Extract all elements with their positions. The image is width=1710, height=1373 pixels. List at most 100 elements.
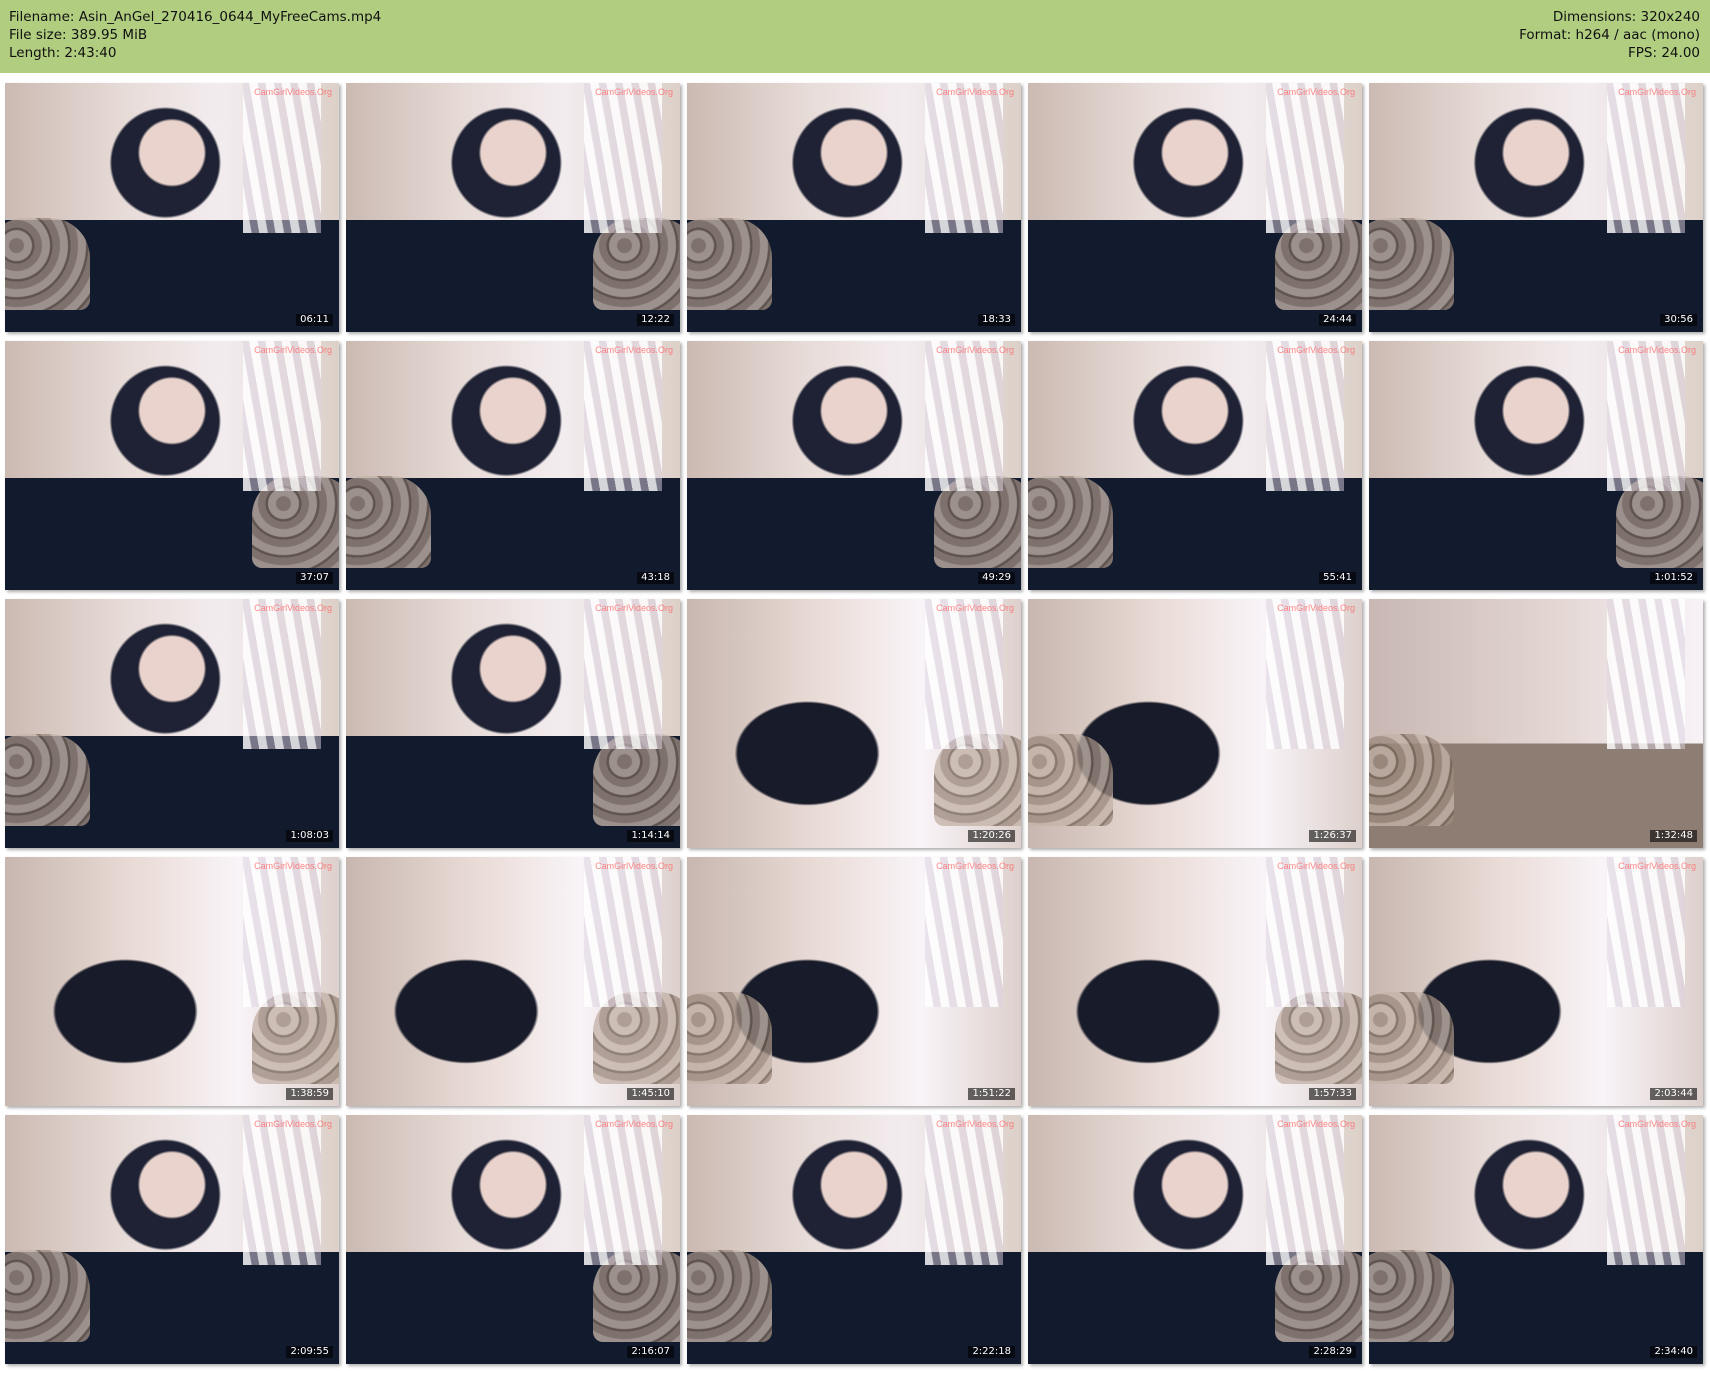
video-thumbnail[interactable]: CamGirlVideos.Org 2:09:55 <box>5 1115 339 1364</box>
watermark-text: CamGirlVideos.Org <box>1277 1119 1355 1129</box>
watermark-text: CamGirlVideos.Org <box>1618 345 1696 355</box>
video-thumbnail[interactable]: CamGirlVideos.Org 1:20:26 <box>687 599 1021 848</box>
watermark-text: CamGirlVideos.Org <box>595 1119 673 1129</box>
watermark-text: CamGirlVideos.Org <box>254 345 332 355</box>
window-curtain <box>1607 599 1685 749</box>
video-thumbnail[interactable]: CamGirlVideos.Org 12:22 <box>346 83 680 332</box>
watermark-text: CamGirlVideos.Org <box>936 861 1014 871</box>
window-curtain <box>584 83 662 233</box>
video-thumbnail[interactable]: CamGirlVideos.Org 55:41 <box>1028 341 1362 590</box>
video-format-info: Dimensions: 320x240 Format: h264 / aac (… <box>1519 8 1700 62</box>
thumbnail-timestamp: 2:34:40 <box>1650 1346 1697 1358</box>
watermark-text: CamGirlVideos.Org <box>254 861 332 871</box>
watermark-text: CamGirlVideos.Org <box>1618 87 1696 97</box>
thumbnail-timestamp: 37:07 <box>296 572 333 584</box>
thumbnail-timestamp: 2:09:55 <box>286 1346 333 1358</box>
sofa-pattern <box>687 218 772 310</box>
video-thumbnail[interactable]: CamGirlVideos.Org 2:22:18 <box>687 1115 1021 1364</box>
watermark-text: CamGirlVideos.Org <box>595 603 673 613</box>
video-thumbnail[interactable]: CamGirlVideos.Org 1:14:14 <box>346 599 680 848</box>
sofa-pattern <box>1028 476 1113 568</box>
window-curtain <box>584 599 662 749</box>
window-curtain <box>1266 1115 1344 1265</box>
thumbnail-timestamp: 1:26:37 <box>1309 830 1356 842</box>
window-curtain <box>584 1115 662 1265</box>
video-thumbnail[interactable]: CamGirlVideos.Org 2:28:29 <box>1028 1115 1362 1364</box>
watermark-text: CamGirlVideos.Org <box>595 87 673 97</box>
watermark-text: CamGirlVideos.Org <box>595 861 673 871</box>
watermark-text: CamGirlVideos.Org <box>254 1119 332 1129</box>
video-thumbnail[interactable]: CamGirlVideos.Org 1:57:33 <box>1028 857 1362 1106</box>
window-curtain <box>1607 83 1685 233</box>
video-thumbnail[interactable]: CamGirlVideos.Org 1:45:10 <box>346 857 680 1106</box>
video-thumbnail[interactable]: CamGirlVideos.Org 06:11 <box>5 83 339 332</box>
format-text: Format: h264 / aac (mono) <box>1519 27 1700 43</box>
thumbnail-timestamp: 2:16:07 <box>627 1346 674 1358</box>
video-thumbnail[interactable]: CamGirlVideos.Org 49:29 <box>687 341 1021 590</box>
thumbnail-timestamp: 1:51:22 <box>968 1088 1015 1100</box>
video-metadata-header: Filename: Asin_AnGel_270416_0644_MyFreeC… <box>0 0 1710 73</box>
video-thumbnail[interactable]: CamGirlVideos.Org 37:07 <box>5 341 339 590</box>
thumbnail-timestamp: 43:18 <box>637 572 674 584</box>
video-thumbnail[interactable]: CamGirlVideos.Org 30:56 <box>1369 83 1703 332</box>
window-curtain <box>1266 341 1344 491</box>
thumbnail-grid: CamGirlVideos.Org 06:11 CamGirlVideos.Org… <box>5 83 1705 1367</box>
sofa-pattern <box>687 1250 772 1342</box>
watermark-text: CamGirlVideos.Org <box>595 345 673 355</box>
window-curtain <box>925 83 1003 233</box>
video-thumbnail[interactable]: CamGirlVideos.Org 1:38:59 <box>5 857 339 1106</box>
watermark-text: CamGirlVideos.Org <box>936 603 1014 613</box>
video-thumbnail[interactable]: CamGirlVideos.Org 1:01:52 <box>1369 341 1703 590</box>
sofa-pattern <box>5 218 90 310</box>
watermark-text: CamGirlVideos.Org <box>254 87 332 97</box>
watermark-text: CamGirlVideos.Org <box>1618 1119 1696 1129</box>
thumbnail-timestamp: 12:22 <box>637 314 674 326</box>
window-curtain <box>1266 83 1344 233</box>
video-thumbnail[interactable]: CamGirlVideos.Org 1:51:22 <box>687 857 1021 1106</box>
thumbnail-timestamp: 1:38:59 <box>286 1088 333 1100</box>
dimensions-text: Dimensions: 320x240 <box>1552 9 1700 25</box>
video-thumbnail[interactable]: CamGirlVideos.Org 2:34:40 <box>1369 1115 1703 1364</box>
thumbnail-timestamp: 24:44 <box>1319 314 1356 326</box>
watermark-text: CamGirlVideos.Org <box>1277 345 1355 355</box>
watermark-text: CamGirlVideos.Org <box>254 603 332 613</box>
watermark-text: CamGirlVideos.Org <box>1277 861 1355 871</box>
thumbnail-timestamp: 49:29 <box>978 572 1015 584</box>
sofa-pattern <box>1369 1250 1454 1342</box>
window-curtain <box>1607 341 1685 491</box>
thumbnail-timestamp: 30:56 <box>1660 314 1697 326</box>
video-length-text: Length: 2:43:40 <box>9 45 117 61</box>
video-thumbnail[interactable]: CamGirlVideos.Org 24:44 <box>1028 83 1362 332</box>
video-thumbnail[interactable]: CamGirlVideos.Org 18:33 <box>687 83 1021 332</box>
video-thumbnail[interactable]: 1:32:48 <box>1369 599 1703 848</box>
window-curtain <box>584 341 662 491</box>
watermark-text: CamGirlVideos.Org <box>936 345 1014 355</box>
watermark-text: CamGirlVideos.Org <box>936 87 1014 97</box>
fps-text: FPS: 24.00 <box>1628 45 1700 61</box>
file-size-text: File size: 389.95 MiB <box>9 27 148 43</box>
sofa-pattern <box>1369 218 1454 310</box>
video-thumbnail[interactable]: CamGirlVideos.Org 2:16:07 <box>346 1115 680 1364</box>
window-curtain <box>243 1115 321 1265</box>
thumbnail-timestamp: 1:01:52 <box>1650 572 1697 584</box>
window-curtain <box>584 857 662 1007</box>
window-curtain <box>243 599 321 749</box>
window-curtain <box>1607 1115 1685 1265</box>
watermark-text: CamGirlVideos.Org <box>1277 87 1355 97</box>
thumbnail-timestamp: 55:41 <box>1319 572 1356 584</box>
video-thumbnail[interactable]: CamGirlVideos.Org 43:18 <box>346 341 680 590</box>
thumbnail-timestamp: 1:57:33 <box>1309 1088 1356 1100</box>
window-curtain <box>925 857 1003 1007</box>
video-thumbnail[interactable]: CamGirlVideos.Org 1:26:37 <box>1028 599 1362 848</box>
watermark-text: CamGirlVideos.Org <box>1618 861 1696 871</box>
window-curtain <box>1266 599 1344 749</box>
window-curtain <box>925 341 1003 491</box>
thumbnail-timestamp: 1:32:48 <box>1650 830 1697 842</box>
sofa-pattern <box>346 476 431 568</box>
window-curtain <box>1607 857 1685 1007</box>
sofa-pattern <box>687 992 772 1084</box>
thumbnail-timestamp: 2:28:29 <box>1309 1346 1356 1358</box>
video-thumbnail[interactable]: CamGirlVideos.Org 2:03:44 <box>1369 857 1703 1106</box>
sofa-pattern <box>5 1250 90 1342</box>
video-thumbnail[interactable]: CamGirlVideos.Org 1:08:03 <box>5 599 339 848</box>
